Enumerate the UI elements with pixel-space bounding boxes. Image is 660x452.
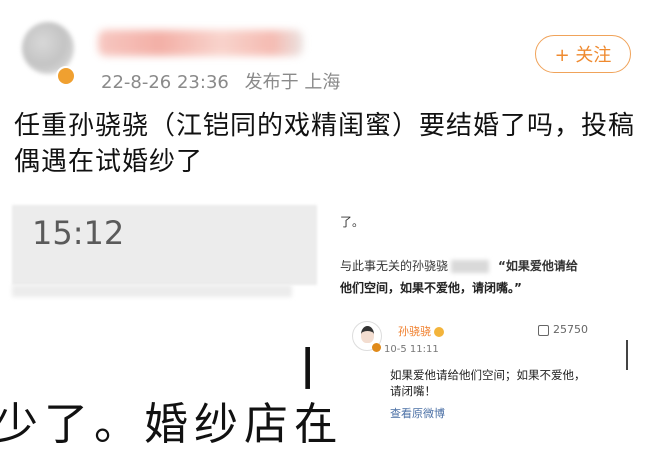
- verified-badge-icon: [372, 343, 381, 352]
- post-content-line: 偶遇在试婚纱了: [14, 147, 204, 177]
- chat-time: 15:12: [32, 214, 125, 252]
- view-original-link[interactable]: 查看原微博: [390, 405, 445, 421]
- like-count[interactable]: 25750: [538, 323, 588, 336]
- commenter-name[interactable]: 孙骁骁: [398, 323, 444, 339]
- news-text-line: 了。: [340, 215, 365, 229]
- news-text-prefix: 与此事无关的孙骁骁: [340, 259, 449, 273]
- username-blurred[interactable]: [98, 30, 303, 56]
- level-icon: [434, 327, 444, 337]
- chat-text-fragment: |: [300, 340, 316, 389]
- like-count-value: 25750: [553, 323, 588, 336]
- comment-date: 10-5 11:11: [384, 344, 439, 355]
- follow-label: + 关注: [554, 45, 612, 66]
- verified-badge-icon: [56, 66, 76, 86]
- post-location: 发布于 上海: [244, 72, 341, 93]
- post-date: 22-8-26 23:36: [101, 72, 229, 93]
- chat-bottom-text: 少了。婚纱店在: [0, 399, 344, 450]
- post-content-line: 任重孙骁骁（江铠同的戏精闺蜜）要结婚了吗，投稿: [14, 111, 636, 141]
- news-quote: 他们空间，如果不爱他，请闭嘴。”: [340, 281, 522, 295]
- screenshot-weibo[interactable]: 了。 与此事无关的孙骁骁 “如果爱他请给 他们空间，如果不爱他，请闭嘴。” 孙骁骁…: [330, 205, 660, 431]
- commenter-name-label: 孙骁骁: [398, 325, 431, 338]
- news-text-line: 与此事无关的孙骁骁 “如果爱他请给: [340, 257, 578, 274]
- scrollbar[interactable]: [626, 340, 628, 370]
- comment-text: 如果爱他请给他们空间；如果不爱他，请闭嘴！: [390, 368, 586, 398]
- post-meta: 22-8-26 23:36 发布于 上海: [101, 68, 340, 94]
- thumbs-up-icon: [538, 324, 549, 336]
- news-quote: “如果爱他请给: [498, 259, 578, 273]
- post-content: 任重孙骁骁（江铠同的戏精闺蜜）要结婚了吗，投稿 偶遇在试婚纱了: [14, 108, 654, 180]
- chat-bubble-shadow: [12, 285, 292, 297]
- blurred-text: [451, 260, 490, 273]
- follow-button[interactable]: + 关注: [535, 35, 631, 73]
